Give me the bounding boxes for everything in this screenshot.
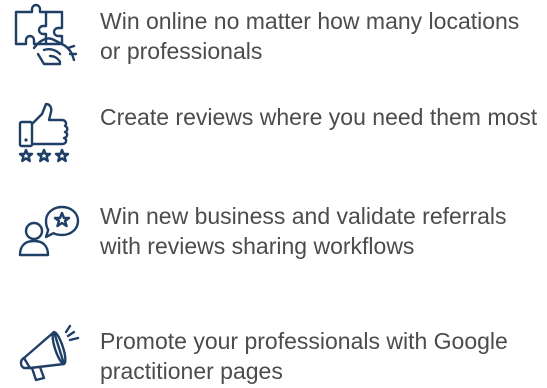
feature-list: Win online no matter how many locations …: [0, 0, 547, 388]
megaphone-icon: [10, 320, 82, 384]
feature-text: Win new business and validate referrals …: [100, 203, 507, 259]
feature-text: Create reviews where you need them most: [100, 104, 538, 130]
puzzle-hand-icon: [10, 3, 82, 68]
feature-text: Win online no matter how many locations …: [100, 8, 520, 64]
thumbs-up-stars-icon: [10, 100, 82, 164]
feature-text: Promote your professionals with Google p…: [100, 328, 508, 384]
person-star-bubble-icon: [10, 201, 82, 265]
